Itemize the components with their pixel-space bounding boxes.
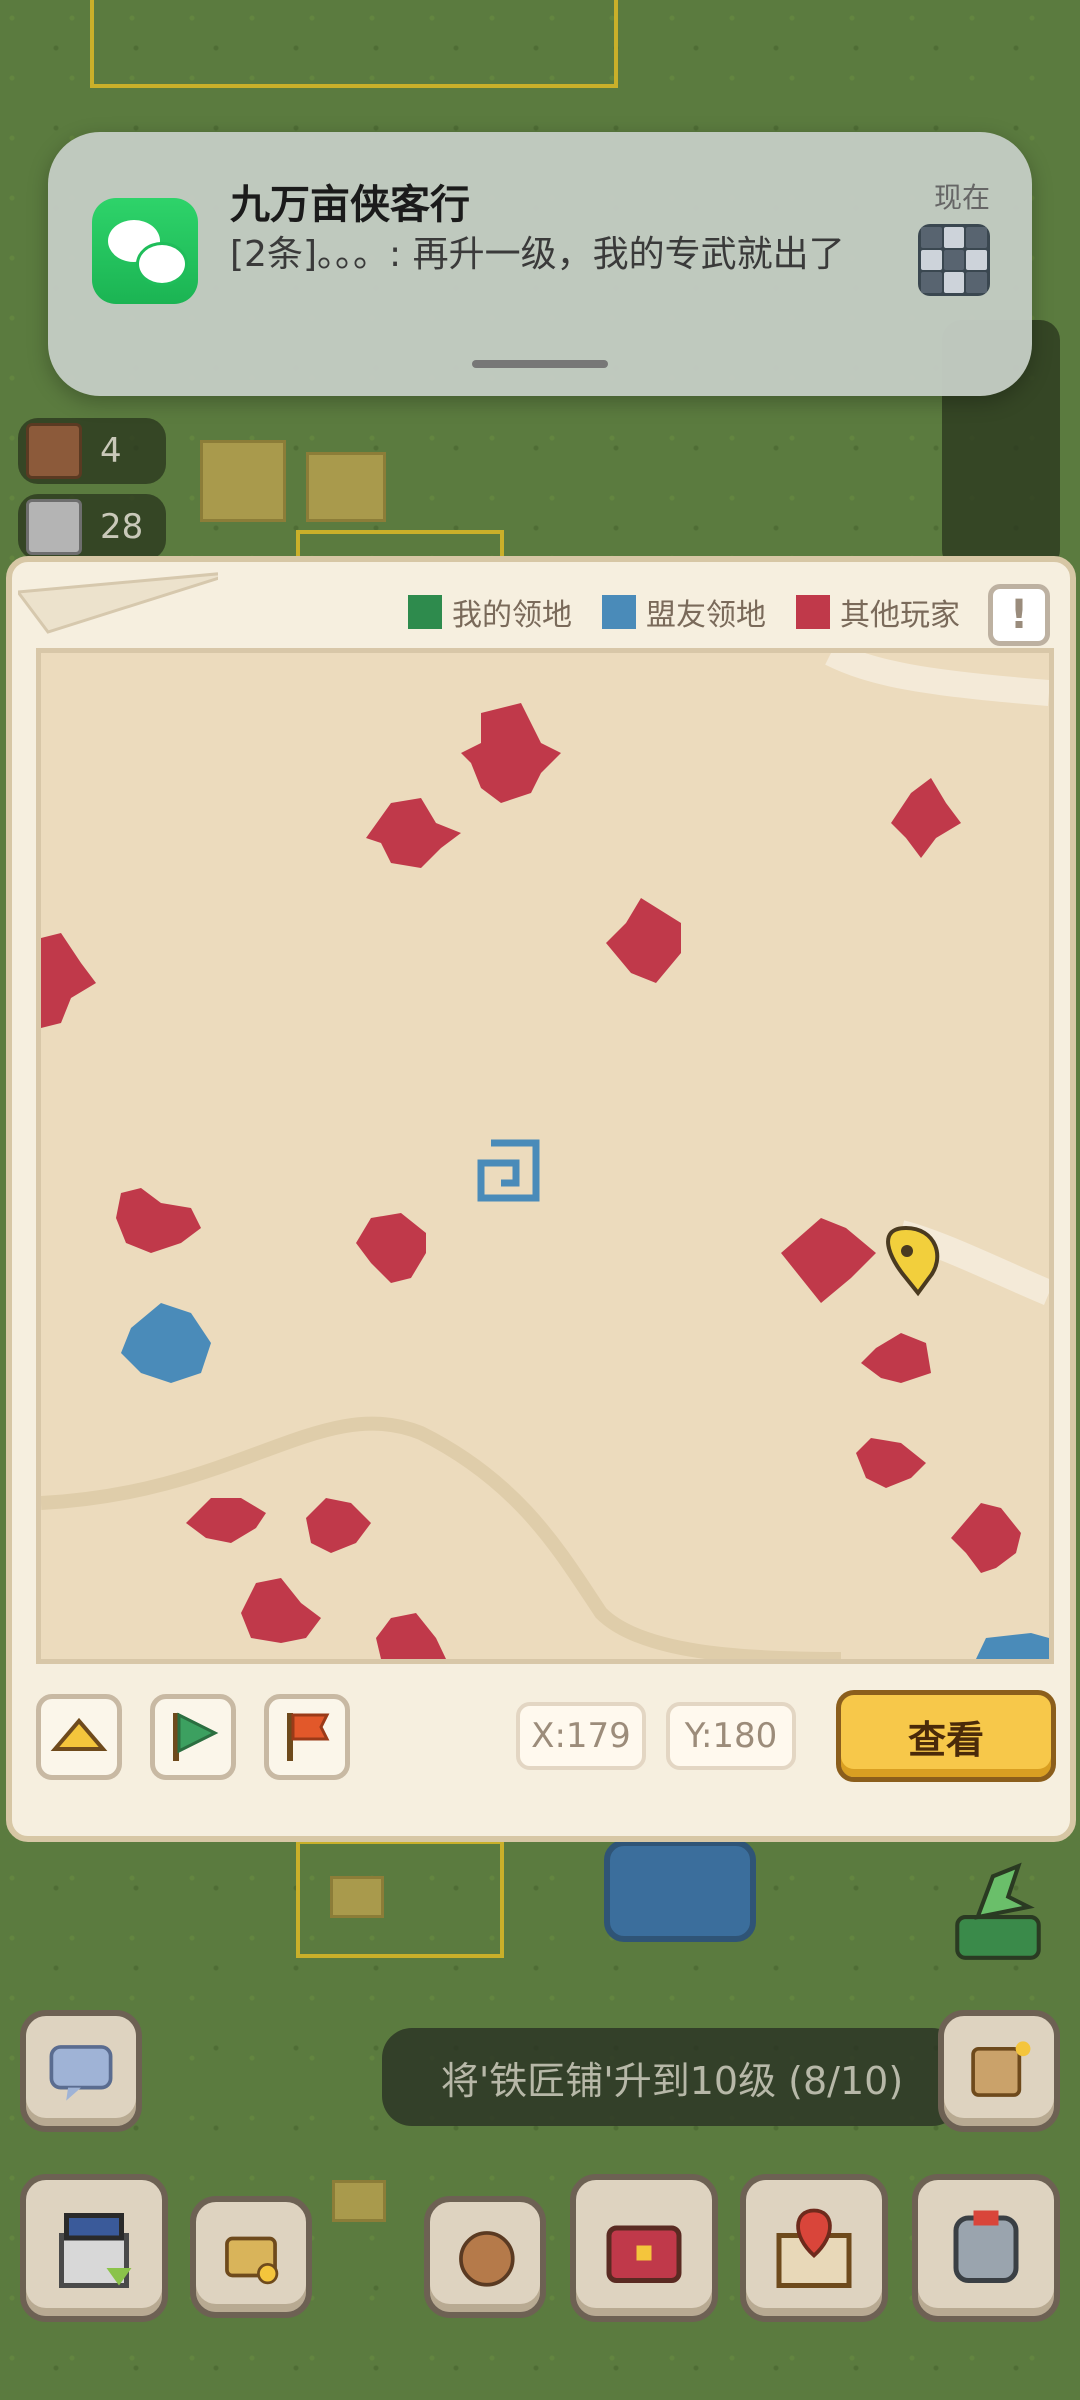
map-view[interactable] [36, 648, 1054, 1664]
book-icon [26, 423, 82, 479]
map-icon [776, 2208, 852, 2288]
chat-icon [49, 2045, 113, 2101]
dragon-button[interactable] [946, 1856, 1050, 1968]
stone-count[interactable]: 28 [18, 494, 166, 560]
spiral-landmark [477, 1139, 540, 1202]
home-icon [50, 1717, 108, 1751]
home-button[interactable] [36, 1694, 122, 1780]
notification-message: [2条]。。。: 再升一级，我的专武就出了 [230, 234, 845, 275]
castle-button[interactable] [20, 2174, 168, 2322]
coord-x[interactable]: X:179 [516, 1702, 646, 1770]
bag-button[interactable] [424, 2196, 546, 2318]
notification-title: 九万亩侠客行 [230, 182, 470, 228]
wechat-icon [92, 198, 198, 304]
book-count[interactable]: 4 [18, 418, 166, 484]
scroll-button[interactable] [938, 2010, 1060, 2132]
group-avatar-icon [918, 224, 990, 296]
notification-handle[interactable] [472, 360, 608, 368]
paper-curl-decoration [18, 572, 218, 634]
territory-plot [296, 1840, 504, 1958]
farm-field [332, 2180, 386, 2222]
map-legend: 我的领地 盟友领地 其他玩家 [408, 590, 960, 634]
farm-field [200, 440, 286, 522]
castle-icon [59, 2213, 132, 2288]
legend-other-players: 其他玩家 [796, 590, 960, 634]
coord-y[interactable]: Y:180 [666, 1702, 796, 1770]
quest-banner[interactable]: 将'铁匠铺'升到10级 (8/10) [382, 2028, 962, 2126]
bag-icon [459, 2231, 515, 2287]
pond [604, 1840, 756, 1942]
stone-count-value: 28 [100, 507, 144, 547]
green-flag-icon [173, 1712, 219, 1761]
merchant-icon [225, 2236, 279, 2285]
stone-icon [26, 499, 82, 555]
book-count-value: 4 [100, 431, 122, 471]
territory-plot [90, 0, 618, 88]
farm-field [330, 1876, 384, 1918]
map-button[interactable] [740, 2174, 888, 2322]
my-location-pin-icon[interactable] [886, 1225, 940, 1297]
info-button[interactable]: ! [988, 584, 1050, 646]
red-flag-button[interactable] [264, 1694, 350, 1780]
farm-field [306, 452, 386, 522]
chest-icon [606, 2225, 682, 2283]
red-flag-icon [287, 1713, 330, 1761]
merchant-button[interactable] [190, 2196, 312, 2318]
chest-button[interactable] [570, 2174, 718, 2322]
armor-icon [953, 2210, 1019, 2283]
legend-my-territory: 我的领地 [408, 590, 572, 634]
armor-button[interactable] [912, 2174, 1060, 2322]
dragon-icon [955, 1862, 1041, 1960]
chat-button[interactable] [20, 2010, 142, 2132]
scroll-icon [971, 2041, 1031, 2097]
notification-banner[interactable]: 九万亩侠客行 [2条]。。。: 再升一级，我的专武就出了 现在 [48, 132, 1032, 396]
territory-map-panel: 我的领地 盟友领地 其他玩家 ! X:179 Y:180 查看 [6, 556, 1076, 1842]
legend-ally-territory: 盟友领地 [602, 590, 766, 634]
green-flag-button[interactable] [150, 1694, 236, 1780]
view-button[interactable]: 查看 [836, 1690, 1056, 1782]
notification-time: 现在 [933, 181, 990, 214]
